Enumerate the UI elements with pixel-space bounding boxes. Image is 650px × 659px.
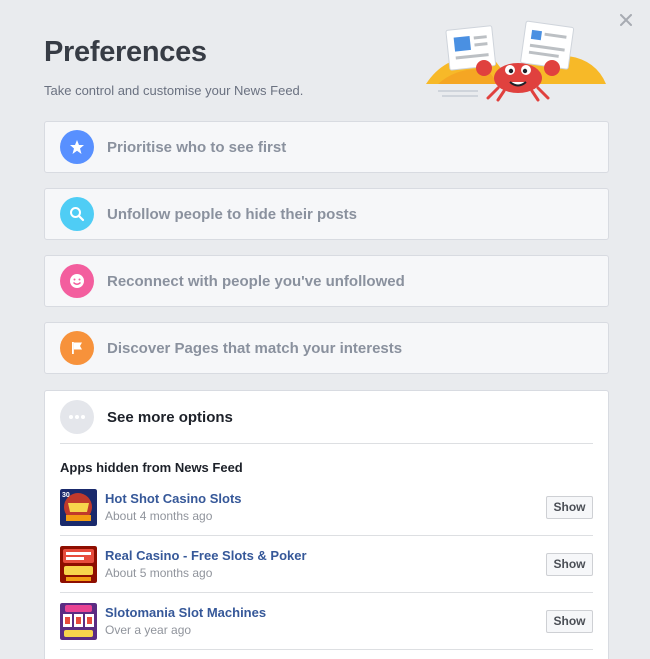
app-info: Slotomania Slot Machines Over a year ago (105, 605, 546, 637)
hidden-app-row: Slotomania Slot Machines Over a year ago… (60, 593, 593, 650)
app-hidden-time: Over a year ago (105, 623, 192, 637)
hot-shot-casino-app-icon: 30 (60, 488, 97, 526)
prioritise-option-label: Prioritise who to see first (107, 138, 287, 156)
show-app-button[interactable]: Show (546, 552, 593, 576)
show-app-button[interactable]: Show (546, 609, 593, 633)
hidden-app-row: 30 Hot Shot Casino Slots About 4 months … (60, 479, 593, 536)
unfollow-option-label: Unfollow people to hide their posts (107, 205, 357, 223)
hidden-apps-heading: Apps hidden from News Feed (60, 460, 243, 475)
hidden-app-row: Real Casino - Free Slots & Poker About 5… (60, 536, 593, 593)
app-info: Hot Shot Casino Slots About 4 months ago (105, 491, 546, 523)
show-app-button[interactable]: Show (546, 495, 593, 519)
close-icon-glyph (620, 14, 632, 26)
app-name-link[interactable]: Slotomania Slot Machines (105, 605, 546, 620)
search-icon (60, 197, 94, 231)
prioritise-option[interactable]: Prioritise who to see first (44, 121, 609, 173)
more-options-panel: See more options Apps hidden from News F… (44, 390, 609, 659)
unfollow-option[interactable]: Unfollow people to hide their posts (44, 188, 609, 240)
app-hidden-time: About 5 months ago (105, 566, 213, 580)
app-name-link[interactable]: Hot Shot Casino Slots (105, 491, 546, 506)
reconnect-option-label: Reconnect with people you've unfollowed (107, 272, 405, 290)
star-icon (60, 130, 94, 164)
flag-icon (60, 331, 94, 365)
app-badge-number: 30 (62, 492, 70, 499)
close-icon[interactable] (618, 12, 634, 28)
crab-illustration (426, 20, 606, 102)
reconnect-option[interactable]: Reconnect with people you've unfollowed (44, 255, 609, 307)
app-name-link[interactable]: Real Casino - Free Slots & Poker (105, 548, 546, 563)
ellipsis-icon (60, 400, 94, 434)
smiley-icon (60, 264, 94, 298)
app-info: Real Casino - Free Slots & Poker About 5… (105, 548, 546, 580)
discover-option-label: Discover Pages that match your interests (107, 339, 403, 357)
app-hidden-time: About 4 months ago (105, 509, 213, 523)
see-more-options-label: See more options (107, 408, 233, 426)
discover-option[interactable]: Discover Pages that match your interests (44, 322, 609, 374)
see-more-options-button[interactable]: See more options (60, 391, 593, 444)
preferences-header: Preferences Take control and customise y… (44, 36, 303, 98)
page-subtitle: Take control and customise your News Fee… (44, 83, 304, 98)
slotomania-app-icon (60, 602, 97, 640)
page-title: Preferences (44, 36, 207, 68)
real-casino-app-icon (60, 545, 97, 583)
